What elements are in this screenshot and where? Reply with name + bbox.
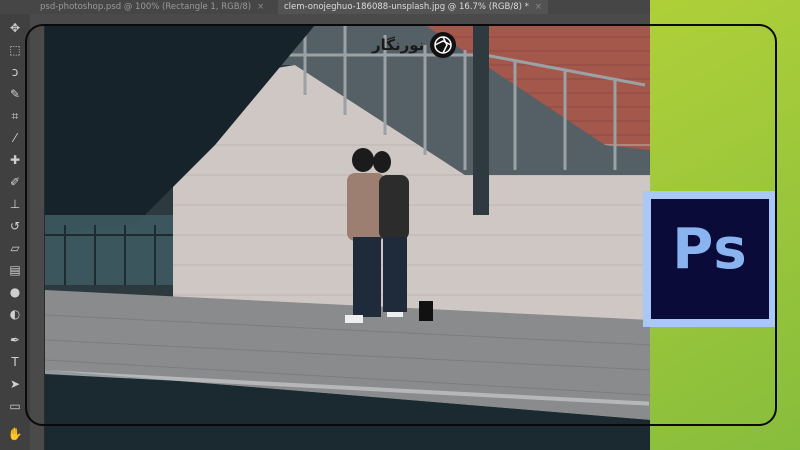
ruler-vertical xyxy=(30,24,45,450)
tab-label: psd-photoshop.psd @ 100% (Rectangle 1, R… xyxy=(40,2,252,12)
history-brush-icon[interactable]: ↺ xyxy=(6,218,24,234)
gradient-icon[interactable]: ▤ xyxy=(6,262,24,278)
type-icon[interactable]: T xyxy=(6,354,24,370)
hand-icon[interactable]: ✋ xyxy=(6,426,24,442)
blur-icon[interactable]: ● xyxy=(6,284,24,300)
tools-panel: ✥ ⬚ ↄ ✎ ⌗ ⁄ ✚ ✐ ⊥ ↺ ▱ ▤ ● ◐ ✒ T ➤ ▭ ✋ xyxy=(0,14,31,450)
ps-logo-text: Ps xyxy=(672,217,748,282)
photoshop-logo-inner: Ps xyxy=(651,199,769,319)
brush-icon[interactable]: ✐ xyxy=(6,174,24,190)
brand-logo: نورنگار xyxy=(372,31,457,59)
document-tab-bar: psd-photoshop.psd @ 100% (Rectangle 1, R… xyxy=(0,0,650,15)
aperture-icon xyxy=(430,32,457,58)
photoshop-logo-badge: Ps xyxy=(643,191,777,327)
ruler-horizontal xyxy=(30,14,650,25)
tab-unsplash-image[interactable]: clem-onojeghuo-186088-unsplash.jpg @ 16.… xyxy=(278,0,549,14)
photoshop-window: psd-photoshop.psd @ 100% (Rectangle 1, R… xyxy=(0,0,650,450)
tab-label: clem-onojeghuo-186088-unsplash.jpg @ 16.… xyxy=(284,2,529,12)
healing-icon[interactable]: ✚ xyxy=(6,152,24,168)
crop-icon[interactable]: ⌗ xyxy=(6,108,24,124)
lasso-icon[interactable]: ↄ xyxy=(6,64,24,80)
document-canvas-photo[interactable] xyxy=(45,25,650,450)
move-icon[interactable]: ✥ xyxy=(6,20,24,36)
rectangle-icon[interactable]: ▭ xyxy=(6,398,24,414)
tab-psd-photoshop[interactable]: psd-photoshop.psd @ 100% (Rectangle 1, R… xyxy=(34,0,270,14)
path-select-icon[interactable]: ➤ xyxy=(6,376,24,392)
pen-icon[interactable]: ✒ xyxy=(6,332,24,348)
marquee-icon[interactable]: ⬚ xyxy=(6,42,24,58)
close-icon[interactable]: × xyxy=(257,2,264,12)
eyedropper-icon[interactable]: ⁄ xyxy=(6,130,24,146)
close-icon[interactable]: × xyxy=(535,2,542,12)
quick-select-icon[interactable]: ✎ xyxy=(6,86,24,102)
logo-text: نورنگار xyxy=(372,36,425,54)
stamp-icon[interactable]: ⊥ xyxy=(6,196,24,212)
eraser-icon[interactable]: ▱ xyxy=(6,240,24,256)
dodge-icon[interactable]: ◐ xyxy=(6,306,24,322)
